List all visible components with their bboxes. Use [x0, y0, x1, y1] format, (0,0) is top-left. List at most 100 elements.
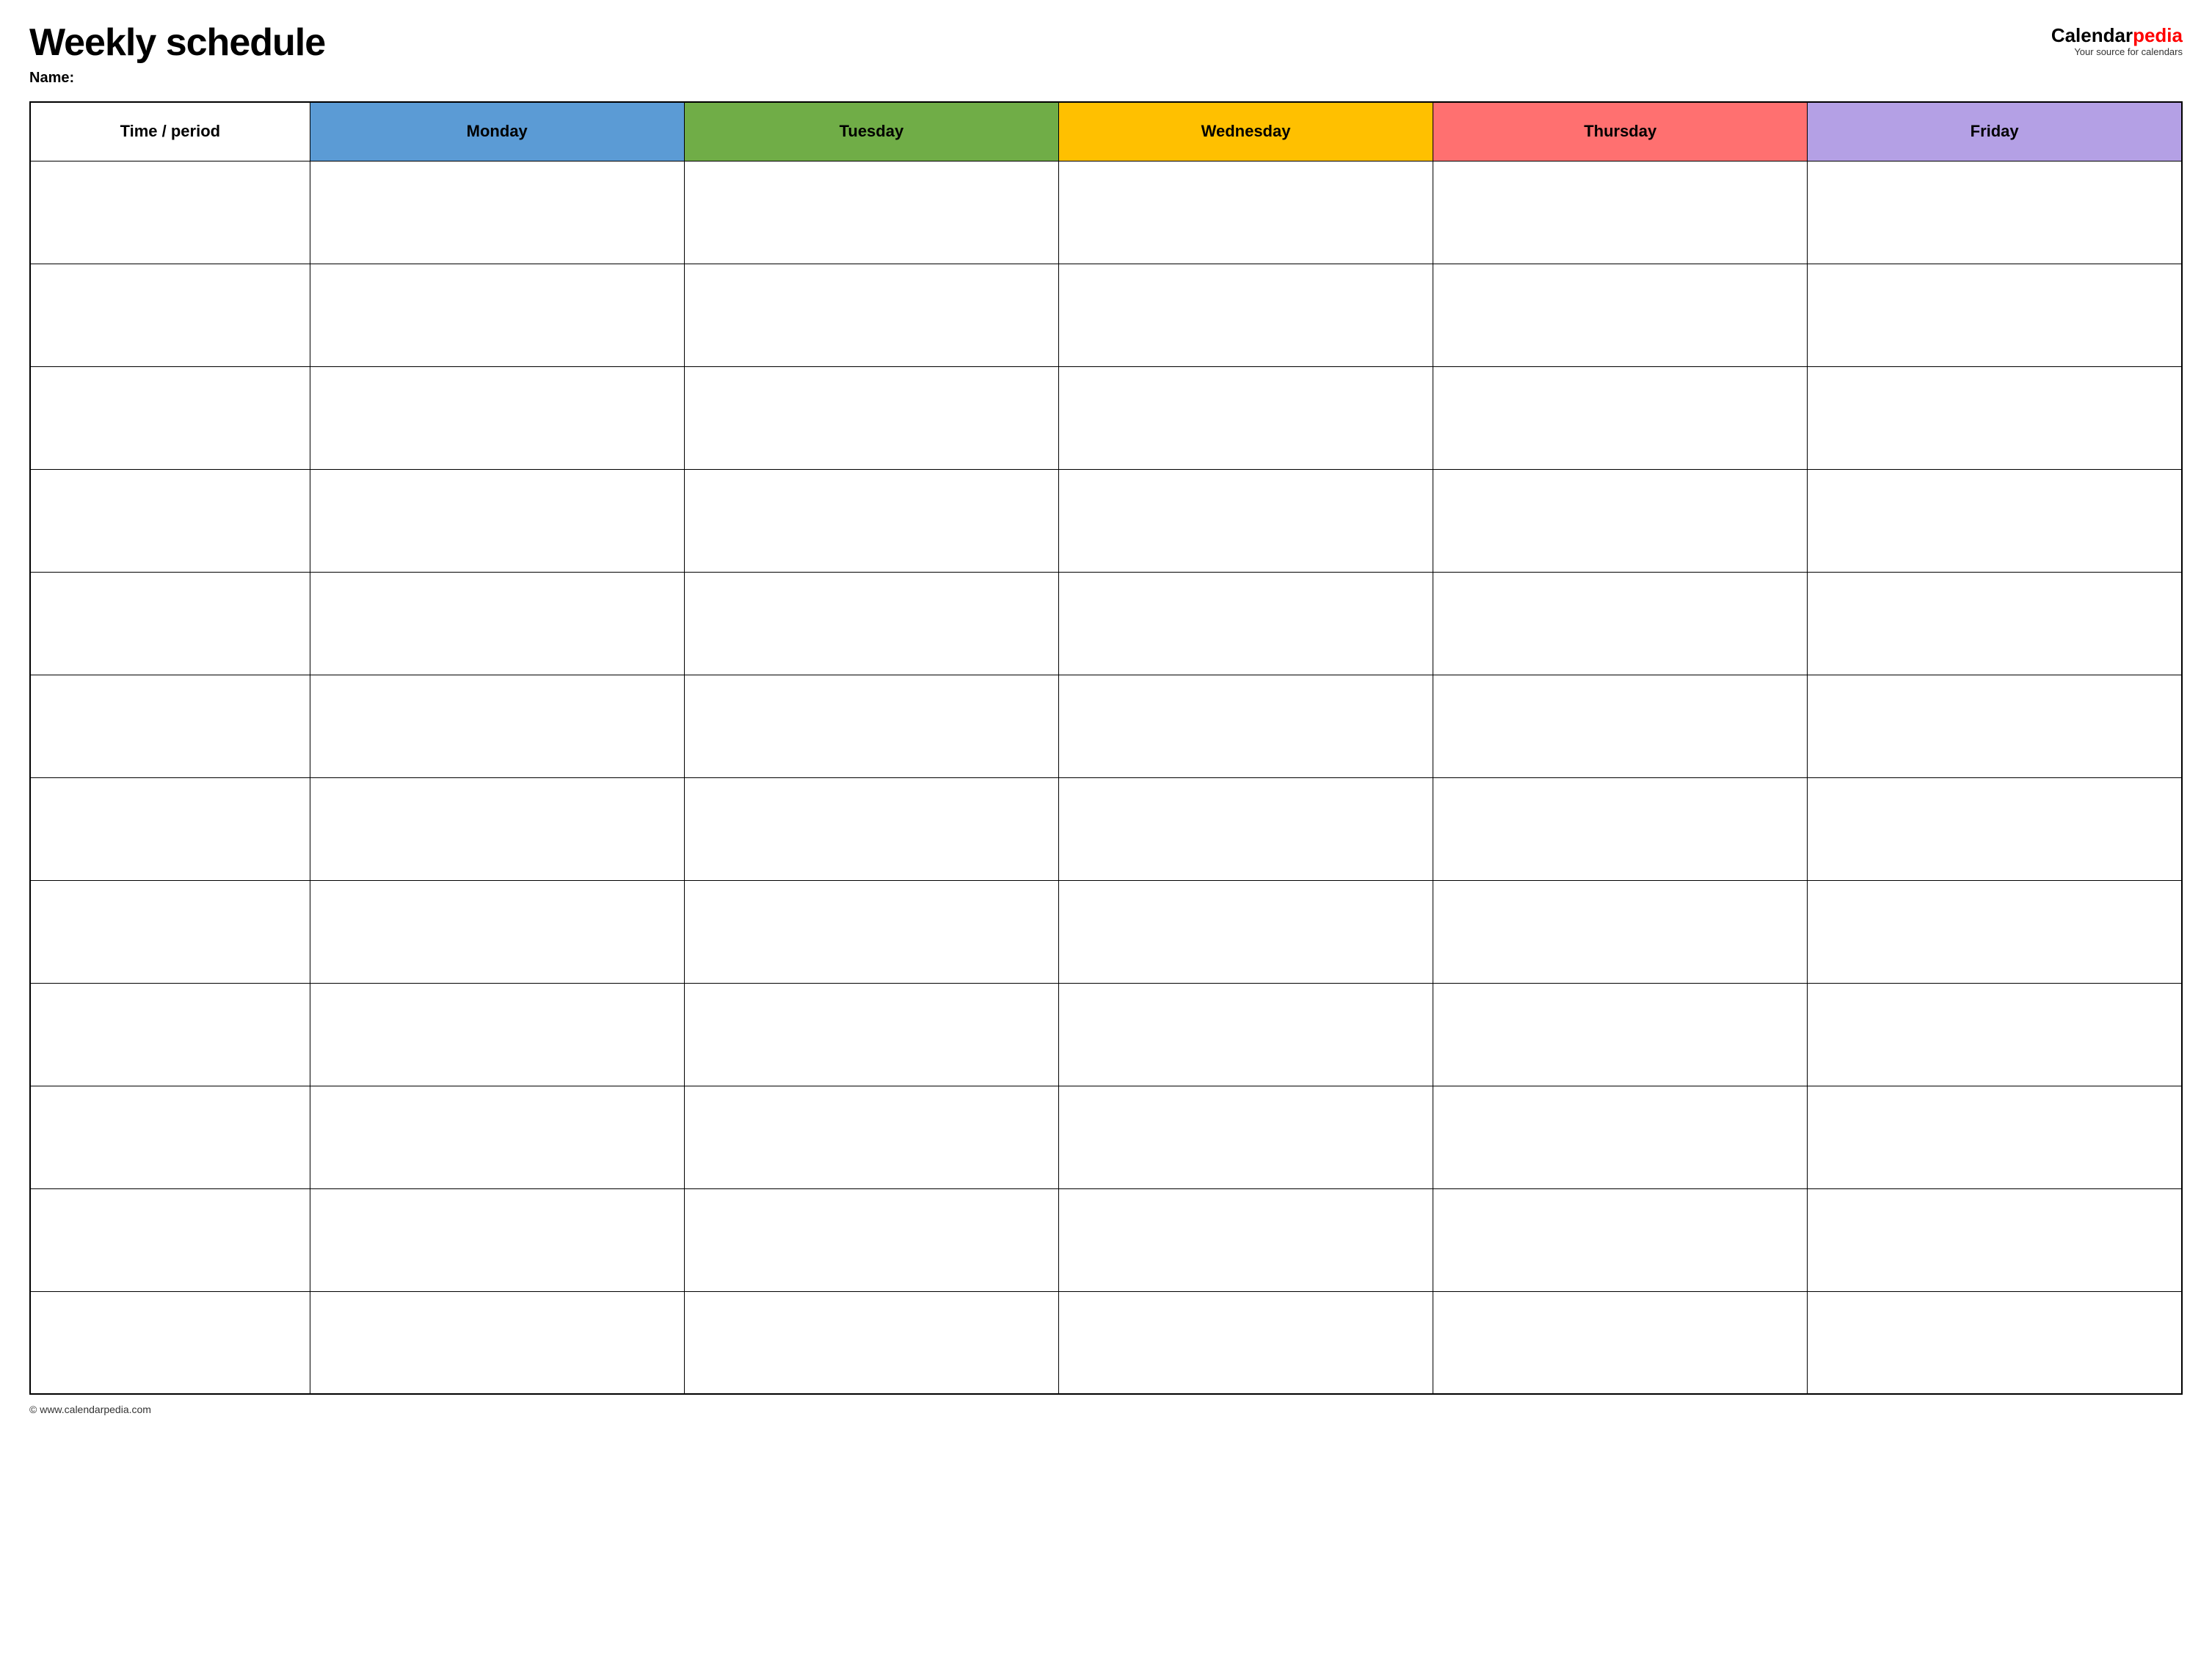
- table-row: [30, 1188, 2182, 1291]
- day-cell[interactable]: [1433, 983, 1808, 1086]
- day-cell[interactable]: [1808, 1188, 2182, 1291]
- day-cell[interactable]: [310, 1086, 684, 1188]
- col-header-friday: Friday: [1808, 102, 2182, 161]
- day-cell[interactable]: [1433, 264, 1808, 366]
- day-cell[interactable]: [684, 1291, 1058, 1394]
- day-cell[interactable]: [310, 675, 684, 777]
- table-row: [30, 880, 2182, 983]
- time-cell[interactable]: [30, 469, 310, 572]
- page-header: Weekly schedule Name: Calendarpedia Your…: [29, 22, 2183, 87]
- day-cell[interactable]: [1058, 366, 1433, 469]
- time-cell[interactable]: [30, 264, 310, 366]
- day-cell[interactable]: [310, 1291, 684, 1394]
- time-cell[interactable]: [30, 777, 310, 880]
- day-cell[interactable]: [1433, 366, 1808, 469]
- day-cell[interactable]: [310, 366, 684, 469]
- day-cell[interactable]: [1808, 1291, 2182, 1394]
- day-cell[interactable]: [1808, 777, 2182, 880]
- day-cell[interactable]: [684, 1086, 1058, 1188]
- day-cell[interactable]: [1808, 572, 2182, 675]
- table-row: [30, 675, 2182, 777]
- day-cell[interactable]: [1058, 777, 1433, 880]
- day-cell[interactable]: [684, 1188, 1058, 1291]
- day-cell[interactable]: [1808, 469, 2182, 572]
- day-cell[interactable]: [684, 880, 1058, 983]
- time-cell[interactable]: [30, 880, 310, 983]
- day-cell[interactable]: [1808, 880, 2182, 983]
- day-cell[interactable]: [1433, 675, 1808, 777]
- day-cell[interactable]: [1433, 1086, 1808, 1188]
- day-cell[interactable]: [684, 366, 1058, 469]
- time-cell[interactable]: [30, 1086, 310, 1188]
- time-cell[interactable]: [30, 675, 310, 777]
- table-row: [30, 161, 2182, 264]
- day-cell[interactable]: [684, 983, 1058, 1086]
- day-cell[interactable]: [310, 161, 684, 264]
- day-cell[interactable]: [1058, 880, 1433, 983]
- col-header-thursday: Thursday: [1433, 102, 1808, 161]
- day-cell[interactable]: [310, 264, 684, 366]
- day-cell[interactable]: [1058, 161, 1433, 264]
- day-cell[interactable]: [1433, 1291, 1808, 1394]
- table-row: [30, 469, 2182, 572]
- day-cell[interactable]: [1058, 469, 1433, 572]
- day-cell[interactable]: [1808, 983, 2182, 1086]
- day-cell[interactable]: [684, 161, 1058, 264]
- day-cell[interactable]: [1058, 1291, 1433, 1394]
- day-cell[interactable]: [1808, 264, 2182, 366]
- col-header-tuesday: Tuesday: [684, 102, 1058, 161]
- time-cell[interactable]: [30, 1291, 310, 1394]
- day-cell[interactable]: [1058, 1086, 1433, 1188]
- day-cell[interactable]: [684, 572, 1058, 675]
- day-cell[interactable]: [684, 777, 1058, 880]
- day-cell[interactable]: [310, 777, 684, 880]
- footer-url: © www.calendarpedia.com: [29, 1404, 151, 1415]
- day-cell[interactable]: [310, 983, 684, 1086]
- day-cell[interactable]: [1433, 880, 1808, 983]
- day-cell[interactable]: [1433, 1188, 1808, 1291]
- day-cell[interactable]: [684, 264, 1058, 366]
- day-cell[interactable]: [1433, 572, 1808, 675]
- day-cell[interactable]: [1808, 675, 2182, 777]
- col-header-wednesday: Wednesday: [1058, 102, 1433, 161]
- logo-section: Calendarpedia Your source for calendars: [2051, 22, 2183, 57]
- logo-tagline: Your source for calendars: [2074, 46, 2183, 57]
- day-cell[interactable]: [684, 469, 1058, 572]
- day-cell[interactable]: [1058, 264, 1433, 366]
- time-cell[interactable]: [30, 1188, 310, 1291]
- day-cell[interactable]: [310, 1188, 684, 1291]
- day-cell[interactable]: [1433, 161, 1808, 264]
- schedule-body: [30, 161, 2182, 1394]
- day-cell[interactable]: [1058, 572, 1433, 675]
- table-row: [30, 572, 2182, 675]
- table-row: [30, 983, 2182, 1086]
- day-cell[interactable]: [684, 675, 1058, 777]
- time-cell[interactable]: [30, 366, 310, 469]
- footer: © www.calendarpedia.com: [29, 1404, 2183, 1415]
- day-cell[interactable]: [310, 469, 684, 572]
- logo-text: Calendarpedia: [2051, 26, 2183, 45]
- table-row: [30, 366, 2182, 469]
- day-cell[interactable]: [1808, 1086, 2182, 1188]
- table-row: [30, 1086, 2182, 1188]
- day-cell[interactable]: [1433, 469, 1808, 572]
- time-cell[interactable]: [30, 983, 310, 1086]
- name-label: Name:: [29, 70, 325, 87]
- col-header-monday: Monday: [310, 102, 684, 161]
- day-cell[interactable]: [1058, 675, 1433, 777]
- time-cell[interactable]: [30, 161, 310, 264]
- table-row: [30, 264, 2182, 366]
- time-cell[interactable]: [30, 572, 310, 675]
- day-cell[interactable]: [1433, 777, 1808, 880]
- day-cell[interactable]: [1058, 1188, 1433, 1291]
- col-header-time: Time / period: [30, 102, 310, 161]
- day-cell[interactable]: [1808, 161, 2182, 264]
- title-section: Weekly schedule Name:: [29, 22, 325, 87]
- page-title: Weekly schedule: [29, 22, 325, 64]
- day-cell[interactable]: [310, 572, 684, 675]
- day-cell[interactable]: [1058, 983, 1433, 1086]
- logo-pedia: pedia: [2133, 24, 2183, 46]
- logo-calendar: Calendar: [2051, 24, 2133, 46]
- day-cell[interactable]: [310, 880, 684, 983]
- day-cell[interactable]: [1808, 366, 2182, 469]
